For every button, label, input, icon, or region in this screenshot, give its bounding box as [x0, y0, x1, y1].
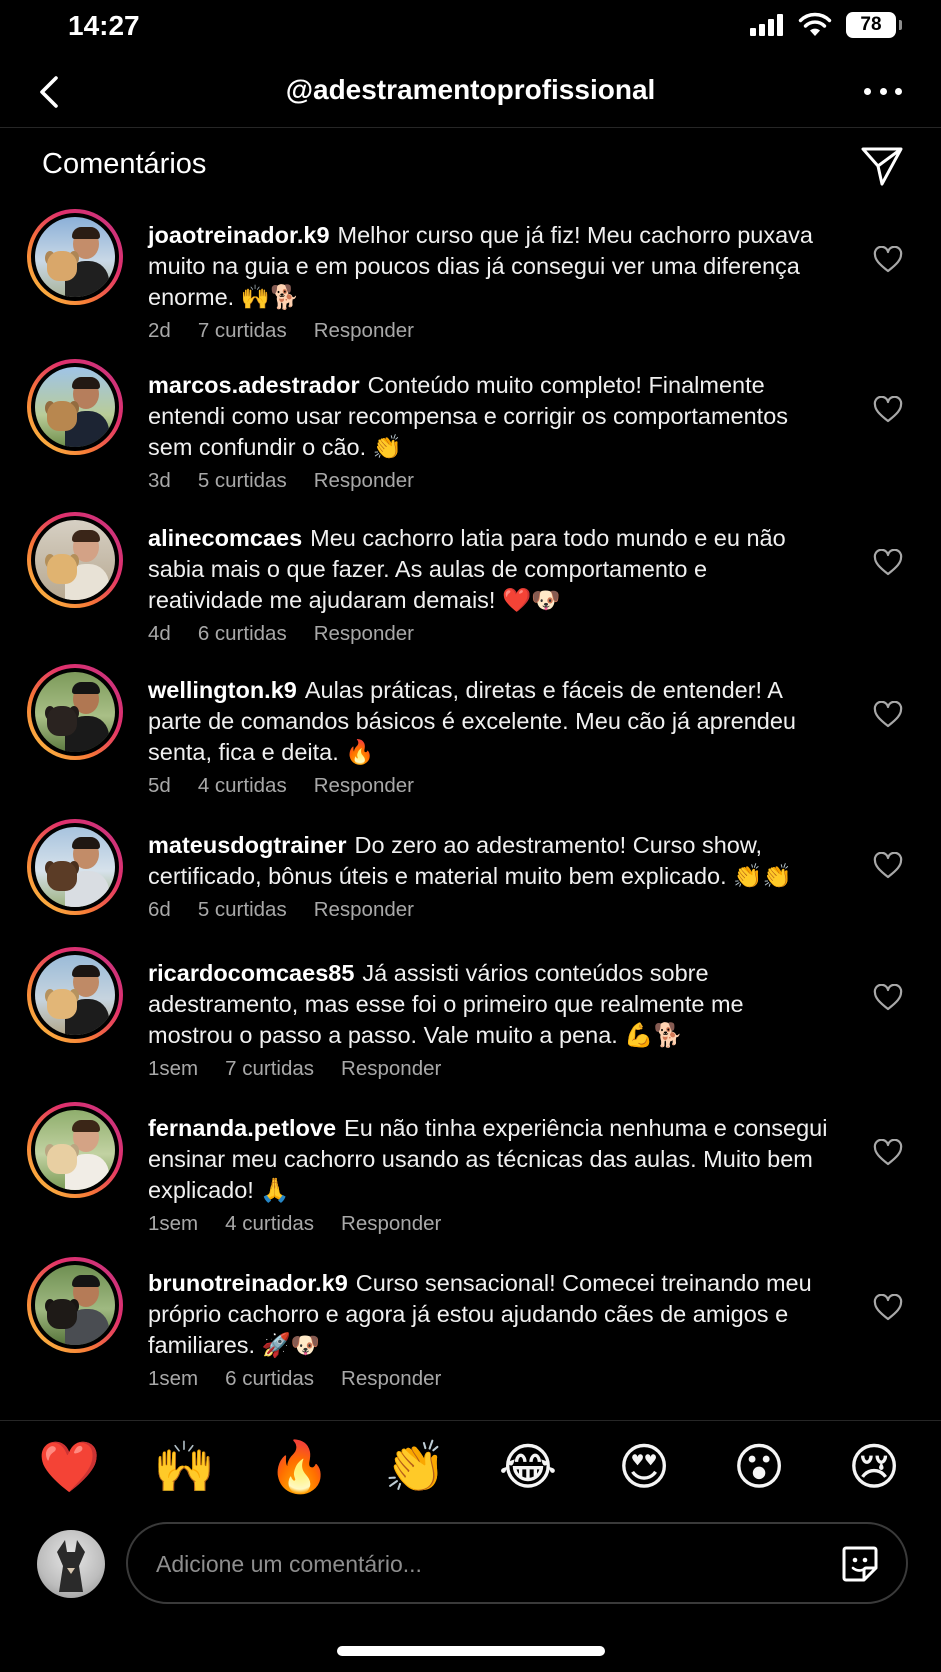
- avatar[interactable]: [27, 209, 123, 305]
- comment-body: fernanda.petlove Eu não tinha experiência…: [148, 1113, 828, 1206]
- comment-composer: [0, 1520, 941, 1608]
- heart-icon[interactable]: [873, 549, 903, 577]
- avatar[interactable]: [27, 359, 123, 455]
- reply-button[interactable]: Responder: [341, 1212, 441, 1235]
- heart-icon[interactable]: [873, 1294, 903, 1322]
- comment-username[interactable]: marcos.adestrador: [148, 372, 360, 398]
- comment-time: 1sem: [148, 1057, 199, 1080]
- comment-input[interactable]: [156, 1544, 796, 1584]
- heart-eyes-emoji-button[interactable]: 😍: [614, 1436, 674, 1498]
- reply-button[interactable]: Responder: [341, 1367, 441, 1390]
- comment-time: 1sem: [148, 1367, 199, 1390]
- comment-username[interactable]: brunotreinador.k9: [148, 1270, 348, 1296]
- heart-icon[interactable]: [873, 246, 903, 274]
- comment-body: ricardocomcaes85 Já assisti vários conteú…: [148, 958, 828, 1051]
- comment-username[interactable]: alinecomcaes: [148, 525, 302, 551]
- comment-meta: 1sem 7 curtidas Responder: [148, 1057, 468, 1081]
- comment-meta: 1sem 6 curtidas Responder: [148, 1367, 468, 1391]
- ellipsis-icon[interactable]: [858, 76, 908, 106]
- reply-button[interactable]: Responder: [314, 469, 414, 492]
- avatar: [37, 1530, 105, 1598]
- comment-meta: 6d 5 curtidas Responder: [148, 898, 441, 922]
- comment-body: mateusdogtrainer Do zero ao adestramento!…: [148, 830, 828, 892]
- comment-likes[interactable]: 7 curtidas: [198, 319, 287, 342]
- wifi-icon: [798, 12, 832, 36]
- comment-likes[interactable]: 5 curtidas: [198, 898, 287, 921]
- avatar[interactable]: [27, 1257, 123, 1353]
- reply-button[interactable]: Responder: [341, 1057, 441, 1080]
- comment-likes[interactable]: 6 curtidas: [198, 622, 287, 645]
- comment-likes[interactable]: 5 curtidas: [198, 469, 287, 492]
- heart-icon[interactable]: [873, 1139, 903, 1167]
- fire-emoji-button[interactable]: 🔥: [268, 1436, 330, 1498]
- comment-body: wellington.k9 Aulas práticas, diretas e f…: [148, 675, 828, 768]
- avatar[interactable]: [27, 664, 123, 760]
- avatar[interactable]: [27, 1102, 123, 1198]
- signal-icon: [750, 14, 784, 36]
- comment-likes[interactable]: 7 curtidas: [225, 1057, 314, 1080]
- comment-likes[interactable]: 4 curtidas: [198, 774, 287, 797]
- avatar[interactable]: [27, 512, 123, 608]
- home-indicator[interactable]: [337, 1646, 605, 1656]
- reply-button[interactable]: Responder: [314, 622, 414, 645]
- comment-body: brunotreinador.k9 Curso sensacional! Come…: [148, 1268, 828, 1361]
- comment-username[interactable]: ricardocomcaes85: [148, 960, 354, 986]
- comment-meta: 1sem 4 curtidas Responder: [148, 1212, 468, 1236]
- reply-button[interactable]: Responder: [314, 774, 414, 797]
- comment-time: 6d: [148, 898, 171, 921]
- comment-meta: 2d 7 curtidas Responder: [148, 319, 441, 343]
- clap-emoji-button[interactable]: 👏: [384, 1436, 446, 1498]
- avatar[interactable]: [27, 947, 123, 1043]
- cry-emoji-button[interactable]: 😢: [844, 1436, 904, 1498]
- reply-button[interactable]: Responder: [314, 898, 414, 921]
- send-icon[interactable]: [858, 144, 906, 188]
- comment-likes[interactable]: 4 curtidas: [225, 1212, 314, 1235]
- divider: [0, 1420, 941, 1421]
- comment-body: joaotreinador.k9 Melhor curso que já fiz!…: [148, 220, 828, 313]
- nav-bar: @adestramentoprofissional: [0, 56, 941, 128]
- page-title: @adestramentoprofissional: [285, 74, 656, 105]
- raised-hands-emoji-button[interactable]: 🙌: [153, 1436, 215, 1498]
- comments-heading: Comentários: [42, 148, 207, 180]
- laugh-emoji-button[interactable]: 😂: [498, 1436, 558, 1498]
- comment-likes[interactable]: 6 curtidas: [225, 1367, 314, 1390]
- comment-username[interactable]: mateusdogtrainer: [148, 832, 347, 858]
- comment-username[interactable]: fernanda.petlove: [148, 1115, 336, 1141]
- heart-icon[interactable]: [873, 396, 903, 424]
- avatar[interactable]: [27, 819, 123, 915]
- quick-reactions: ❤️ 🙌 🔥 👏 😂 😍 😮 😢: [0, 1436, 941, 1506]
- comment-input-box: [126, 1522, 908, 1604]
- comment-username[interactable]: joaotreinador.k9: [148, 222, 330, 248]
- comment-meta: 4d 6 curtidas Responder: [148, 622, 441, 646]
- wow-emoji-button[interactable]: 😮: [729, 1436, 789, 1498]
- comment-time: 1sem: [148, 1212, 199, 1235]
- comment-time: 5d: [148, 774, 171, 797]
- comment-username[interactable]: wellington.k9: [148, 677, 297, 703]
- comment-body: alinecomcaes Meu cachorro latia para todo…: [148, 523, 828, 616]
- reply-button[interactable]: Responder: [314, 319, 414, 342]
- status-time: 14:27: [68, 10, 140, 41]
- battery-icon: 78: [846, 12, 902, 38]
- heart-icon[interactable]: [873, 701, 903, 729]
- comment-time: 2d: [148, 319, 171, 342]
- heart-icon[interactable]: [873, 852, 903, 880]
- battery-level: 78: [860, 14, 882, 35]
- comment-time: 4d: [148, 622, 171, 645]
- comment-time: 3d: [148, 469, 171, 492]
- sticker-icon[interactable]: [838, 1542, 882, 1586]
- status-bar: 14:27 78: [0, 0, 941, 56]
- heart-emoji-button[interactable]: ❤️: [38, 1436, 100, 1498]
- comment-body: marcos.adestrador Conteúdo muito completo…: [148, 370, 828, 463]
- comment-meta: 5d 4 curtidas Responder: [148, 774, 441, 798]
- heart-icon[interactable]: [873, 984, 903, 1012]
- comment-meta: 3d 5 curtidas Responder: [148, 469, 441, 493]
